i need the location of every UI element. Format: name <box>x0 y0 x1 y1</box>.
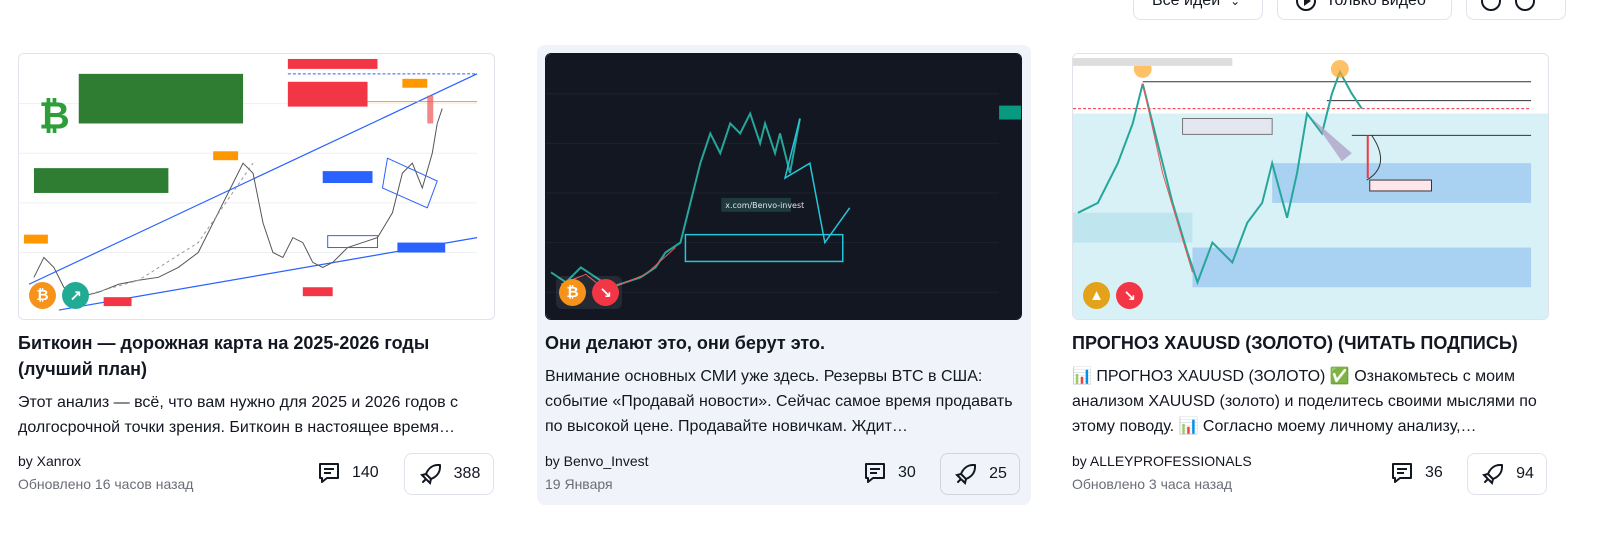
boost-button[interactable]: 94 <box>1467 453 1547 495</box>
bitcoin-icon: ₿ <box>29 282 56 309</box>
comment-icon <box>319 463 339 483</box>
ideas-filter-dropdown[interactable]: Все идеи ⌄ <box>1133 0 1263 20</box>
idea-thumbnail[interactable]: ▲ ↘ <box>1072 53 1549 320</box>
idea-title[interactable]: ПРОГНОЗ XAUUSD (ЗОЛОТО) (ЧИТАТЬ ПОДПИСЬ) <box>1072 330 1550 356</box>
comments-button[interactable]: 140 <box>316 453 379 493</box>
idea-date: 19 Января <box>545 476 613 492</box>
video-only-toggle[interactable]: Только видео <box>1277 0 1452 20</box>
ideas-filter-label: Все идеи <box>1152 0 1221 9</box>
xauusd-chart-image <box>1073 54 1548 319</box>
arrow-up-icon: ↗ <box>62 282 89 309</box>
comments-count: 140 <box>352 464 379 481</box>
svg-text:₿: ₿ <box>39 93 70 137</box>
idea-title[interactable]: Биткоин — дорожная карта на 2025-2026 го… <box>18 330 496 382</box>
boost-button[interactable]: 25 <box>940 453 1020 495</box>
rocket-icon <box>955 464 977 485</box>
idea-description: Внимание основных СМИ уже здесь. Резервы… <box>545 368 1013 435</box>
boost-count: 94 <box>1516 465 1534 482</box>
watermark-text: x.com/Benvo-invest <box>725 201 804 210</box>
view-switcher[interactable] <box>1466 0 1566 20</box>
view-icon[interactable] <box>1515 0 1535 11</box>
play-icon <box>1296 0 1316 11</box>
idea-description: Этот анализ — всё, что вам нужно для 202… <box>18 394 459 436</box>
comment-icon <box>1392 463 1412 483</box>
boost-button[interactable]: 388 <box>404 453 494 495</box>
btc-roadmap-chart-image: ₿ <box>19 54 494 319</box>
gold-icon: ▲ <box>1083 282 1110 309</box>
boost-count: 388 <box>453 465 481 482</box>
idea-card[interactable]: ▲ ↘ ПРОГНОЗ XAUUSD (ЗОЛОТО) (ЧИТАТЬ ПОДП… <box>1064 45 1558 505</box>
idea-thumbnail[interactable]: ₿ ₿ ↗ <box>18 53 495 320</box>
idea-thumbnail[interactable]: x.com/Benvo-invest ₿ ↘ <box>545 53 1022 320</box>
idea-author[interactable]: by Benvo_Invest <box>545 453 649 469</box>
chevron-down-icon: ⌄ <box>1230 0 1241 8</box>
comments-button[interactable]: 36 <box>1389 453 1443 493</box>
idea-card[interactable]: ₿ ₿ ↗ Биткоин — дорожная карта на 2025-2… <box>10 45 504 505</box>
idea-date: Обновлено 16 часов назад <box>18 476 194 492</box>
rocket-icon <box>1482 464 1504 485</box>
view-icon[interactable] <box>1481 0 1501 11</box>
comments-button[interactable]: 30 <box>862 453 916 493</box>
boost-count: 25 <box>989 465 1007 482</box>
comment-icon <box>865 463 885 483</box>
idea-author[interactable]: by Xanrox <box>18 453 81 469</box>
comments-count: 36 <box>1425 464 1443 481</box>
idea-title[interactable]: Они делают это, они берут это. <box>545 330 1023 356</box>
idea-card[interactable]: x.com/Benvo-invest ₿ ↘ Они делают это, о… <box>537 45 1031 505</box>
comments-count: 30 <box>898 464 916 481</box>
rocket-icon <box>419 464 441 485</box>
idea-description: 📊 ПРОГНОЗ XAUUSD (ЗОЛОТО) ✅ Ознакомьтесь… <box>1072 368 1537 435</box>
idea-date: Обновлено 3 часа назад <box>1072 476 1233 492</box>
arrow-down-icon: ↘ <box>1116 282 1143 309</box>
idea-author[interactable]: by ALLEYPROFESSIONALS <box>1072 453 1252 469</box>
video-only-label: Только видео <box>1326 0 1426 9</box>
bitcoin-icon: ₿ <box>559 279 586 306</box>
arrow-down-icon: ↘ <box>592 279 619 306</box>
